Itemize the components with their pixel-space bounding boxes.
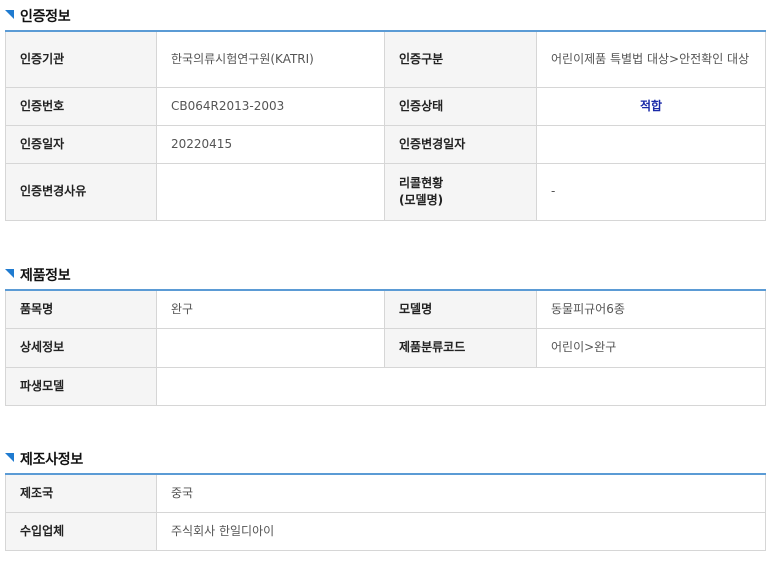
cert-change-reason-value: [156, 162, 385, 221]
table-row: 인증변경사유 리콜현황 (모델명) -: [5, 162, 766, 221]
cert-agency-label: 인증기관: [5, 30, 157, 88]
maker-table: 제조국 중국 수입업체 주식회사 한일디아이: [5, 473, 766, 551]
product-derived-label: 파생모델: [5, 366, 157, 406]
product-section: 제품정보 품목명 완구 모델명 동물피규어6종 상세정보 제품분류코드 어린이>…: [5, 261, 766, 406]
cert-status-value: 적합: [639, 98, 663, 113]
product-derived-value: [156, 366, 766, 406]
table-row: 품목명 완구 모델명 동물피규어6종: [5, 289, 766, 329]
maker-section-header: 제조사정보: [5, 445, 765, 473]
cert-date-label: 인증일자: [5, 124, 157, 164]
table-row: 인증기관 한국의류시험연구원(KATRI) 인증구분 어린이제품 특별법 대상>…: [5, 30, 766, 88]
recall-label: 리콜현황 (모델명): [384, 162, 537, 221]
table-row: 인증번호 CB064R2013-2003 인증상태 적합: [5, 86, 766, 126]
cert-agency-value: 한국의류시험연구원(KATRI): [156, 30, 385, 88]
product-detail-label: 상세정보: [5, 327, 157, 368]
table-row: 수입업체 주식회사 한일디아이: [5, 511, 766, 551]
maker-section-title: 제조사정보: [20, 452, 83, 468]
cert-section-title: 인증정보: [20, 9, 71, 25]
cert-change-reason-label: 인증변경사유: [5, 162, 157, 221]
maker-importer-value: 주식회사 한일디아이: [156, 511, 766, 551]
table-row: 파생모델: [5, 366, 766, 406]
table-row: 인증일자 20220415 인증변경일자: [5, 124, 766, 164]
cert-number-label: 인증번호: [5, 86, 157, 126]
product-model-label: 모델명: [384, 289, 537, 329]
product-item-value: 완구: [156, 289, 385, 329]
cert-status-label: 인증상태: [384, 86, 537, 126]
cert-type-value: 어린이제품 특별법 대상>안전확인 대상: [536, 30, 766, 88]
cert-change-date-value: [536, 124, 766, 164]
recall-label-line2: (모델명): [399, 192, 444, 207]
cert-type-label: 인증구분: [384, 30, 537, 88]
section-marker-icon: [5, 269, 14, 278]
recall-label-line1: 리콜현황: [399, 175, 444, 190]
maker-importer-label: 수입업체: [5, 511, 157, 551]
product-class-code-value: 어린이>완구: [536, 327, 766, 368]
product-section-title: 제품정보: [20, 268, 71, 284]
section-marker-icon: [5, 10, 14, 19]
maker-country-label: 제조국: [5, 473, 157, 513]
product-table: 품목명 완구 모델명 동물피규어6종 상세정보 제품분류코드 어린이>완구 파생…: [5, 289, 766, 406]
cert-section-header: 인증정보: [5, 2, 765, 30]
maker-section: 제조사정보 제조국 중국 수입업체 주식회사 한일디아이: [5, 445, 766, 551]
cert-change-date-label: 인증변경일자: [384, 124, 537, 164]
section-marker-icon: [5, 453, 14, 462]
recall-value: -: [536, 162, 766, 221]
table-row: 제조국 중국: [5, 473, 766, 513]
maker-country-value: 중국: [156, 473, 766, 513]
cert-status-cell: 적합: [536, 86, 766, 126]
cert-number-value: CB064R2013-2003: [156, 86, 385, 126]
product-detail-value: [156, 327, 385, 368]
product-item-label: 품목명: [5, 289, 157, 329]
product-section-header: 제품정보: [5, 261, 765, 289]
cert-date-value: 20220415: [156, 124, 385, 164]
product-model-value: 동물피규어6종: [536, 289, 766, 329]
product-class-code-label: 제품분류코드: [384, 327, 537, 368]
table-row: 상세정보 제품분류코드 어린이>완구: [5, 327, 766, 368]
cert-section: 인증정보 인증기관 한국의류시험연구원(KATRI) 인증구분 어린이제품 특별…: [5, 2, 766, 221]
cert-table: 인증기관 한국의류시험연구원(KATRI) 인증구분 어린이제품 특별법 대상>…: [5, 30, 766, 221]
